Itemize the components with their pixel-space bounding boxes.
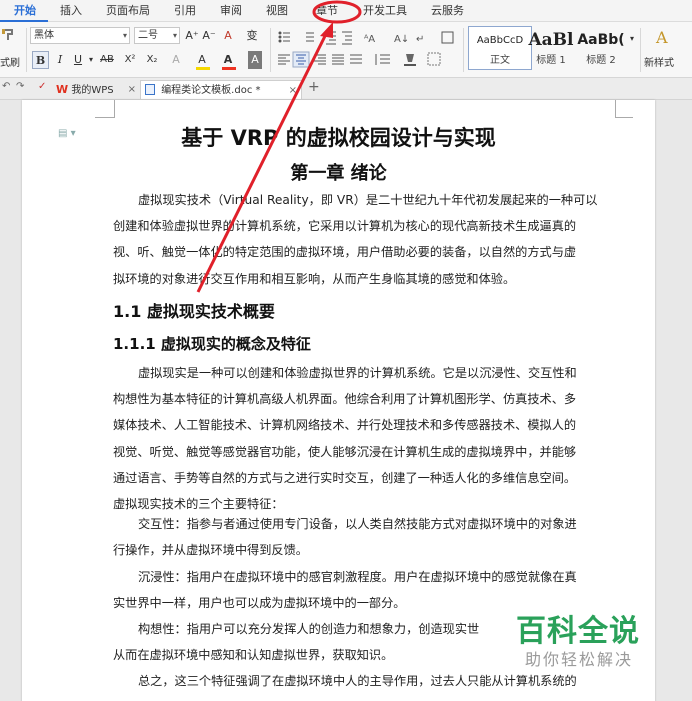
highlight-circle	[312, 0, 362, 24]
wps-writer-window: 开始 插入 页面布局 引用 审阅 视图 章节 开发工具 云服务 式刷 黑体 ▾ …	[0, 0, 692, 701]
annotation-arrow	[196, 29, 330, 293]
annotation-overlay	[196, 0, 362, 293]
arrow-head-icon	[320, 22, 333, 38]
